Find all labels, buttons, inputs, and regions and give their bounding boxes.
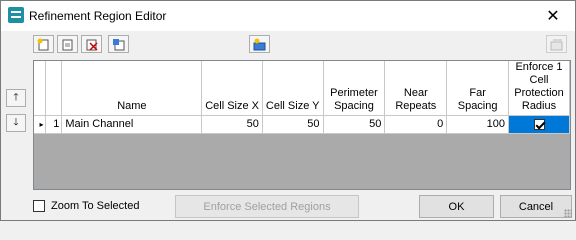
- table-row[interactable]: ▸ 1 Main Channel 50 50 50 0 100: [34, 115, 570, 134]
- cell-size-x[interactable]: 50: [201, 115, 263, 134]
- import-button[interactable]: [108, 35, 129, 53]
- new-region-button[interactable]: [33, 35, 54, 53]
- delete-region-button[interactable]: [81, 35, 102, 53]
- refinement-region-editor-window: Refinement Region Editor ✕ 🡑 🡓 Name Cell…: [0, 0, 576, 221]
- column-header-name[interactable]: Name: [61, 61, 203, 116]
- close-button[interactable]: ✕: [531, 1, 575, 31]
- cell-perimeter-spacing[interactable]: 50: [323, 115, 386, 134]
- import-icon: [113, 38, 125, 50]
- row-selector-icon[interactable]: ▸: [34, 115, 47, 134]
- cell-size-y[interactable]: 50: [262, 115, 324, 134]
- column-header-far-spacing[interactable]: Far Spacing: [446, 61, 510, 116]
- column-header-near-repeats[interactable]: Near Repeats: [384, 61, 448, 116]
- delete-region-icon: [86, 39, 98, 51]
- cell-enforce-radius[interactable]: [508, 115, 570, 134]
- zoom-to-selected-option[interactable]: Zoom To Selected: [33, 200, 139, 212]
- move-up-button[interactable]: 🡑: [6, 89, 26, 107]
- zoom-to-selected-label: Zoom To Selected: [51, 200, 140, 212]
- disabled-tool-button[interactable]: [546, 35, 567, 53]
- index-header: [45, 61, 63, 116]
- edit-region-button[interactable]: [249, 35, 270, 53]
- edit-region-icon: [253, 38, 266, 50]
- cell-near-repeats[interactable]: 0: [384, 115, 448, 134]
- ok-button[interactable]: OK: [419, 195, 494, 218]
- enforce-radius-checkbox[interactable]: [533, 118, 545, 130]
- cancel-button[interactable]: Cancel: [500, 195, 572, 218]
- arrow-up-icon: 🡑: [13, 91, 19, 103]
- copy-region-icon: [62, 39, 73, 50]
- row-header-corner: [34, 61, 47, 116]
- row-index: 1: [45, 115, 63, 134]
- grid-header-row: Name Cell Size X Cell Size Y Perimeter S…: [34, 61, 570, 116]
- title-bar: Refinement Region Editor ✕: [1, 1, 575, 31]
- move-down-button[interactable]: 🡓: [6, 114, 26, 132]
- disabled-tool-icon: [550, 39, 563, 50]
- cell-far-spacing[interactable]: 100: [446, 115, 510, 134]
- window-title: Refinement Region Editor: [29, 9, 167, 23]
- column-header-cell-size-x[interactable]: Cell Size X: [201, 61, 263, 116]
- resize-grip[interactable]: [564, 209, 572, 217]
- new-region-icon: [37, 38, 49, 50]
- column-header-enforce-radius[interactable]: Enforce 1 Cell Protection Radius: [508, 61, 570, 116]
- column-header-perimeter-spacing[interactable]: Perimeter Spacing: [323, 61, 386, 116]
- column-header-cell-size-y[interactable]: Cell Size Y: [262, 61, 324, 116]
- copy-region-button[interactable]: [57, 35, 78, 53]
- zoom-to-selected-checkbox[interactable]: [33, 200, 45, 212]
- arrow-down-icon: 🡓: [13, 116, 19, 128]
- cell-name[interactable]: Main Channel: [61, 115, 203, 134]
- app-icon: [8, 7, 24, 23]
- regions-grid: Name Cell Size X Cell Size Y Perimeter S…: [33, 60, 571, 190]
- enforce-selected-regions-button[interactable]: Enforce Selected Regions: [175, 195, 359, 218]
